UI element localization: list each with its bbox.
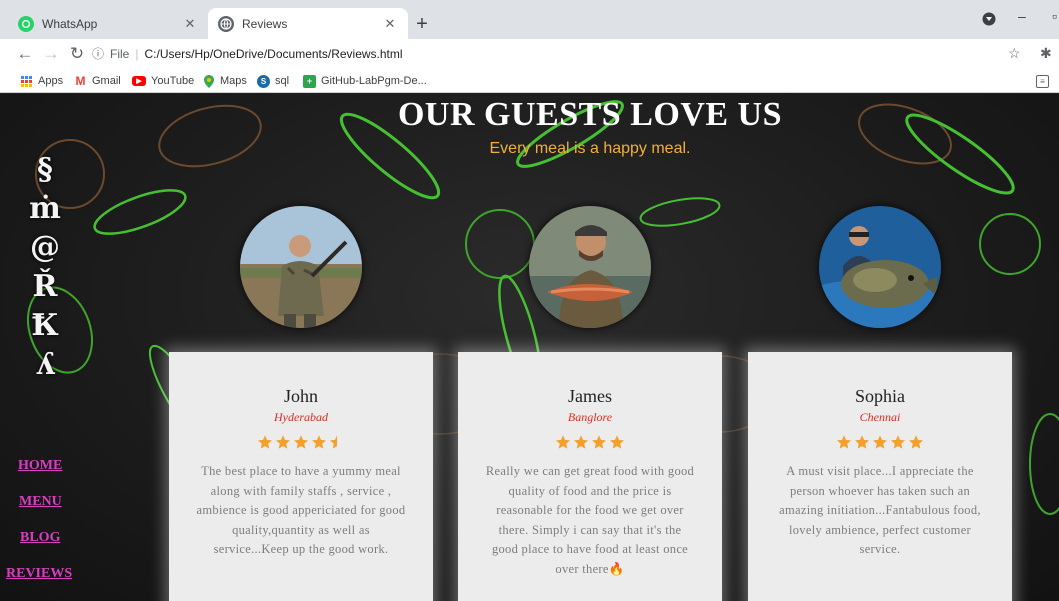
bookmark-label: YouTube: [151, 75, 195, 87]
reviewer-name: Sophia: [854, 386, 905, 406]
reviewer-city: Hyderabad: [274, 410, 328, 424]
bookmark-label: Apps: [38, 75, 64, 87]
reload-icon[interactable]: ↻: [66, 43, 88, 65]
reviews-page: § ṁ @ Ř Ꝁ ʎ HOME MENU BLOG REVIEWS OUR G…: [0, 94, 1059, 601]
bookmark-apps[interactable]: Apps: [20, 73, 63, 89]
review-card: Sophia Chennai A must visit place...I ap…: [748, 352, 1012, 601]
star-icon: [276, 435, 290, 449]
youtube-icon: ▶: [132, 76, 146, 86]
star-icon: [855, 435, 869, 449]
page-title: OUR GUESTS LOVE US: [397, 96, 783, 133]
star-icon: [837, 435, 851, 449]
review-card: John Hyderabad The best place to have a …: [169, 352, 433, 601]
tab-whatsapp[interactable]: WhatsApp ✕: [8, 8, 208, 39]
nav-menu-link[interactable]: MENU: [19, 494, 62, 510]
close-tab-icon[interactable]: ✕: [182, 16, 198, 32]
whatsapp-icon: [18, 15, 34, 32]
review-text: The best place to have a yummy meal alon…: [196, 464, 406, 556]
star-rating: [748, 434, 1012, 452]
bookmark-gmail[interactable]: M Gmail: [74, 73, 121, 89]
globe-icon: [218, 15, 234, 32]
github-classroom-icon: +: [303, 74, 316, 88]
bookmark-github-labpgm[interactable]: + GitHub-LabPgm-De...: [303, 73, 427, 89]
star-icon: [294, 435, 308, 449]
close-tab-icon[interactable]: ✕: [382, 16, 398, 32]
bookmarks-bar: Apps M Gmail ▶ YouTube Maps S sql + GitH…: [0, 68, 1059, 93]
star-icon: [873, 435, 887, 449]
bookmark-label: Maps: [220, 75, 247, 87]
bookmark-label: sql: [275, 75, 290, 87]
tab-title: WhatsApp: [42, 16, 98, 31]
new-tab-button[interactable]: +: [412, 14, 432, 34]
extensions-icon[interactable]: ✱: [1040, 45, 1052, 62]
star-icon: [909, 435, 923, 449]
info-icon[interactable]: ⓘ: [92, 45, 104, 62]
tab-reviews[interactable]: Reviews ✕: [208, 8, 408, 39]
star-icon: [891, 435, 905, 449]
sql-icon: S: [257, 74, 270, 88]
reviewer-city: Banglore: [567, 410, 613, 424]
address-bar[interactable]: ⓘ File | C:/Users/Hp/OneDrive/Documents/…: [92, 41, 1030, 66]
bookmark-label: Gmail: [92, 75, 121, 87]
nav-reviews-link[interactable]: REVIEWS: [6, 566, 72, 582]
page-subtitle: Every meal is a happy meal.: [489, 140, 691, 157]
maps-pin-icon: [202, 74, 215, 88]
star-rating: [169, 434, 433, 452]
half-star-icon: [330, 435, 337, 449]
star-rating: [458, 434, 722, 452]
apps-grid-icon: [20, 75, 33, 88]
brand-letter: ṁ: [29, 191, 61, 226]
bookmark-star-icon[interactable]: ☆: [1008, 45, 1021, 62]
bookmark-label: GitHub-LabPgm-De...: [321, 75, 427, 87]
url-scheme: File: [110, 46, 130, 61]
bookmark-maps[interactable]: Maps: [202, 73, 247, 89]
nav-blog-link[interactable]: BLOG: [20, 530, 60, 546]
star-icon: [258, 435, 272, 449]
review-card: James Banglore Really we can get great f…: [458, 352, 722, 601]
nav-home-link[interactable]: HOME: [18, 458, 62, 474]
brand-letter: ʎ: [35, 347, 55, 382]
reviewer-photo-james: [529, 206, 651, 328]
star-icon: [592, 435, 606, 449]
window-control-icon[interactable]: ▫: [1052, 8, 1057, 24]
star-icon: [574, 435, 588, 449]
star-icon: [556, 435, 570, 449]
bookmark-youtube[interactable]: ▶ YouTube: [132, 73, 194, 89]
tab-strip: WhatsApp ✕ Reviews ✕ + – ▫: [0, 0, 1059, 39]
brand-logo[interactable]: § ṁ @ Ř Ꝁ ʎ: [20, 150, 70, 384]
review-text: Really we can get great food with good q…: [485, 464, 695, 576]
url-separator: |: [135, 46, 139, 61]
forward-arrow-icon[interactable]: →: [40, 43, 62, 65]
reviewer-photo-john: [240, 206, 362, 328]
gmail-icon: M: [75, 74, 86, 88]
bookmark-sql[interactable]: S sql: [257, 73, 289, 89]
reviewer-city: Chennai: [859, 410, 901, 424]
minimize-icon[interactable]: –: [1018, 8, 1026, 24]
reviewer-name: John: [283, 386, 318, 406]
reviewer-photo-sophia: [819, 206, 941, 328]
reading-list-icon[interactable]: ≡: [1036, 73, 1054, 89]
brand-letter: Ř: [32, 269, 58, 304]
review-text: A must visit place...I appreciate the pe…: [779, 464, 981, 556]
star-icon: [312, 435, 326, 449]
star-icon: [610, 435, 624, 449]
tab-title: Reviews: [242, 16, 288, 31]
url-path: C:/Users/Hp/OneDrive/Documents/Reviews.h…: [144, 46, 403, 61]
browser-toolbar: ← → ↻ ⓘ File | C:/Users/Hp/OneDrive/Docu…: [0, 39, 1059, 68]
reviewer-name: James: [568, 386, 612, 406]
back-arrow-icon[interactable]: ←: [14, 43, 36, 65]
brand-letter: @: [30, 230, 60, 265]
brand-letter: Ꝁ: [31, 308, 59, 343]
profile-icon[interactable]: [982, 12, 996, 29]
